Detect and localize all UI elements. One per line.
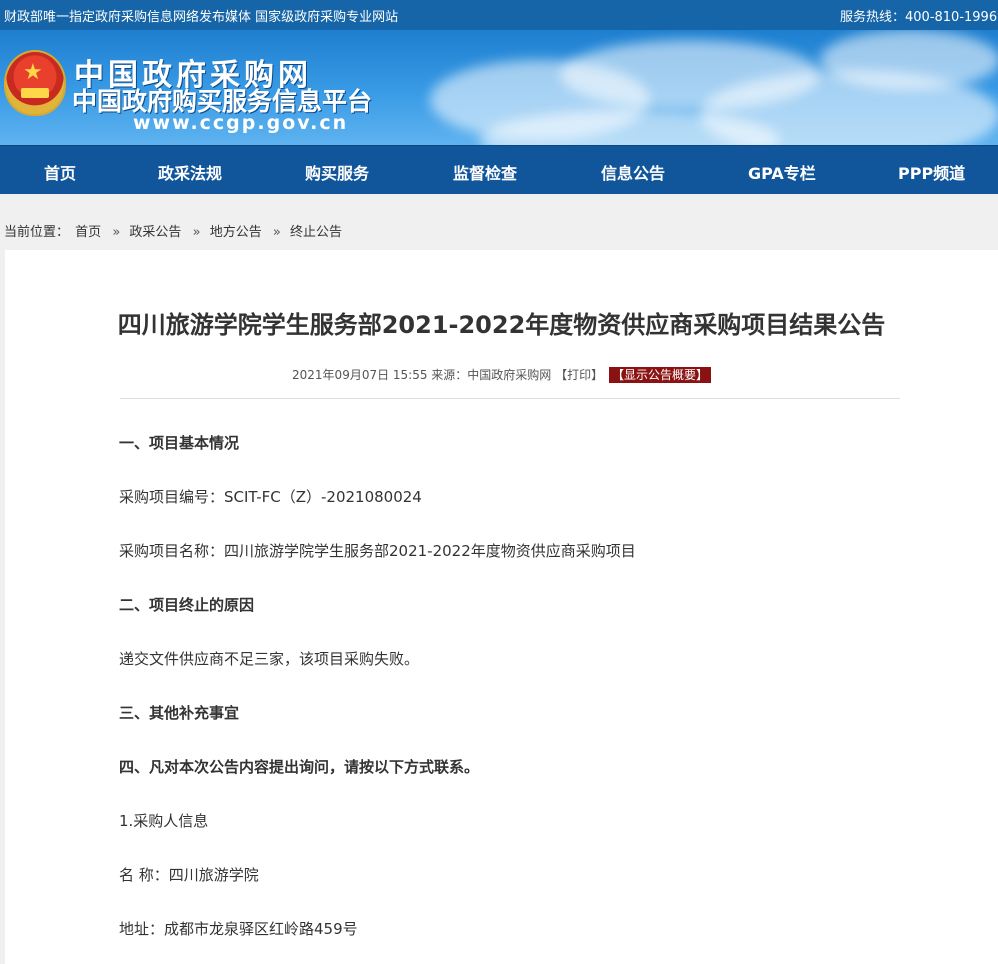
show-summary-button[interactable]: 【显示公告概要】 [608, 367, 711, 383]
site-slogan: 财政部唯一指定政府采购信息网络发布媒体 国家级政府采购专业网站 [4, 10, 399, 25]
nav-item-ppp[interactable]: PPP频道 [898, 160, 965, 184]
top-bar: 财政部唯一指定政府采购信息网络发布媒体 国家级政府采购专业网站 服务热线：400… [0, 0, 998, 30]
breadcrumb-procurement-notices[interactable]: 政采公告 [129, 225, 181, 240]
section-heading-basic-info: 一、项目基本情况 [119, 434, 240, 452]
nav-item-gpa[interactable]: GPA专栏 [748, 160, 816, 184]
purchaser-info-heading: 1.采购人信息 [119, 812, 209, 830]
nav-item-supervision[interactable]: 监督检查 [453, 160, 517, 184]
project-number: 采购项目编号：SCIT-FC（Z）-2021080024 [119, 488, 422, 506]
breadcrumb-local-notices[interactable]: 地方公告 [210, 225, 262, 240]
logo-url: www.ccgp.gov.cn [133, 112, 349, 134]
service-hotline: 服务热线：400-810-1996 [840, 10, 998, 25]
breadcrumb-home[interactable]: 首页 [75, 225, 101, 240]
nav-item-announcements[interactable]: 信息公告 [601, 160, 665, 184]
section-heading-termination-reason: 二、项目终止的原因 [119, 596, 255, 614]
breadcrumb: 当前位置： 首页 » 政采公告 » 地方公告 » 终止公告 [4, 221, 344, 240]
site-banner: ★ 中国政府采购网 中国政府购买服务信息平台 www.ccgp.gov.cn [0, 30, 998, 145]
main-nav: 首页 政采法规 购买服务 监督检查 信息公告 GPA专栏 PPP频道 [0, 145, 998, 194]
nav-item-purchase-services[interactable]: 购买服务 [305, 160, 369, 184]
page-title: 四川旅游学院学生服务部2021-2022年度物资供应商采购项目结果公告 [117, 311, 886, 339]
nav-item-regulations[interactable]: 政采法规 [158, 160, 222, 184]
section-heading-other-matters: 三、其他补充事宜 [119, 704, 240, 722]
termination-reason: 递交文件供应商不足三家，该项目采购失败。 [119, 650, 420, 668]
project-name: 采购项目名称：四川旅游学院学生服务部2021-2022年度物资供应商采购项目 [119, 542, 636, 560]
breadcrumb-separator: » [272, 225, 281, 240]
nav-item-home[interactable]: 首页 [44, 160, 76, 184]
section-heading-contact: 四、凡对本次公告内容提出询问，请按以下方式联系。 [119, 758, 480, 776]
breadcrumb-separator: » [112, 225, 121, 240]
publish-info: 2021年09月07日 15:55 来源：中国政府采购网 [292, 368, 556, 382]
title-divider [120, 398, 900, 399]
breadcrumb-prefix: 当前位置： [4, 225, 70, 240]
print-link[interactable]: 【打印】 [555, 368, 603, 382]
article-meta: 2021年09月07日 15:55 来源：中国政府采购网 【打印】 【显示公告概… [5, 366, 998, 383]
breadcrumb-termination-notices[interactable]: 终止公告 [290, 225, 342, 240]
breadcrumb-separator: » [192, 225, 201, 240]
purchaser-name: 名 称：四川旅游学院 [119, 866, 259, 884]
national-emblem-icon: ★ [6, 52, 64, 114]
article-container: 四川旅游学院学生服务部2021-2022年度物资供应商采购项目结果公告 2021… [5, 250, 998, 964]
purchaser-address: 地址：成都市龙泉驿区红岭路459号 [119, 920, 358, 938]
